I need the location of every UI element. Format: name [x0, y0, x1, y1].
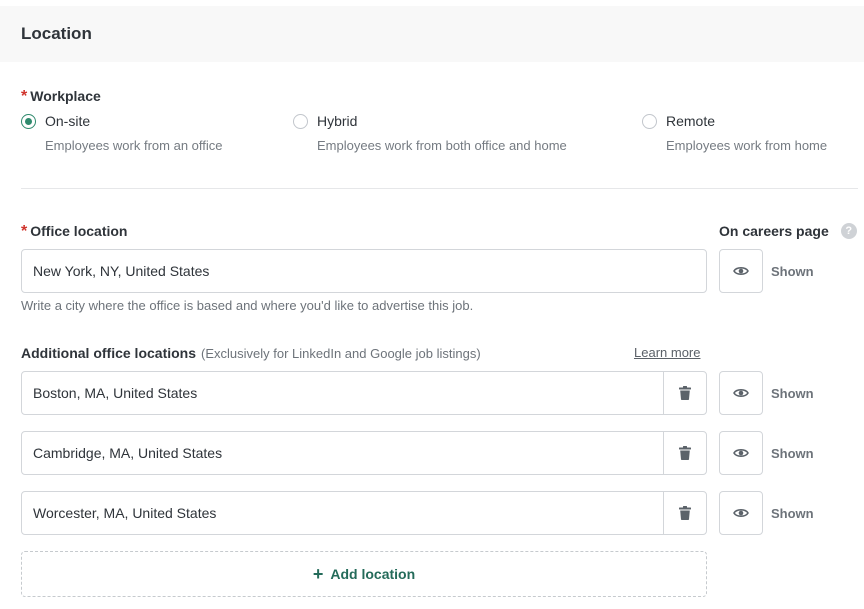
- radio-on-site[interactable]: [21, 113, 36, 129]
- additional-location-input[interactable]: Worcester, MA, United States: [21, 491, 664, 535]
- eye-icon: [733, 389, 749, 397]
- workplace-option-remote[interactable]: Remote Employees work from home: [642, 113, 827, 153]
- workplace-label: * Workplace: [21, 88, 101, 105]
- eye-icon: [733, 509, 749, 517]
- radio-description: Employees work from an office: [45, 138, 223, 153]
- eye-icon: [733, 449, 749, 457]
- additional-location-input[interactable]: Cambridge, MA, United States: [21, 431, 664, 475]
- trash-icon: [679, 506, 691, 520]
- additional-location-value: Boston, MA, United States: [33, 385, 198, 401]
- additional-location-value: Cambridge, MA, United States: [33, 445, 223, 461]
- additional-location-row: Cambridge, MA, United States: [21, 431, 707, 475]
- section-header: Location: [0, 6, 864, 62]
- delete-location-button[interactable]: [663, 491, 707, 535]
- trash-icon: [679, 386, 691, 400]
- location-form: Location * Workplace On-site Employees wo…: [0, 0, 864, 609]
- delete-location-button[interactable]: [663, 431, 707, 475]
- divider: [21, 188, 858, 189]
- delete-location-button[interactable]: [663, 371, 707, 415]
- visibility-status: Shown: [771, 506, 814, 521]
- learn-more-link[interactable]: Learn more: [634, 345, 700, 360]
- office-location-label: * Office location: [21, 223, 128, 240]
- additional-location-row: Boston, MA, United States: [21, 371, 707, 415]
- add-location-label: Add location: [330, 566, 416, 582]
- workplace-option-on-site[interactable]: On-site Employees work from an office: [21, 113, 223, 153]
- additional-location-value: Worcester, MA, United States: [33, 505, 217, 521]
- office-location-input[interactable]: New York, NY, United States: [21, 249, 707, 293]
- visibility-status: Shown: [771, 446, 814, 461]
- radio-description: Employees work from home: [666, 138, 828, 153]
- additional-locations-note: (Exclusively for LinkedIn and Google job…: [201, 346, 481, 361]
- office-visibility-toggle[interactable]: [719, 249, 763, 293]
- careers-page-label: On careers page ?: [719, 223, 857, 239]
- radio-description: Employees work from both office and home: [317, 138, 567, 153]
- section-title: Location: [21, 24, 92, 43]
- required-mark: *: [21, 88, 28, 105]
- additional-locations-label: Additional office locations (Exclusively …: [21, 345, 481, 361]
- radio-hybrid[interactable]: [293, 113, 308, 129]
- trash-icon: [679, 446, 691, 460]
- location-visibility-toggle[interactable]: [719, 371, 763, 415]
- radio-label: On-site: [45, 113, 91, 129]
- visibility-status: Shown: [771, 386, 814, 401]
- radio-label: Hybrid: [317, 113, 358, 129]
- additional-location-input[interactable]: Boston, MA, United States: [21, 371, 664, 415]
- office-location-hint: Write a city where the office is based a…: [21, 298, 474, 313]
- office-location-value: New York, NY, United States: [33, 263, 210, 279]
- help-icon[interactable]: ?: [840, 223, 857, 239]
- workplace-option-hybrid[interactable]: Hybrid Employees work from both office a…: [293, 113, 567, 153]
- visibility-status: Shown: [771, 264, 814, 279]
- plus-icon: +: [312, 564, 324, 584]
- additional-location-row: Worcester, MA, United States: [21, 491, 707, 535]
- required-mark: *: [21, 223, 28, 240]
- add-location-button[interactable]: + Add location: [21, 551, 707, 597]
- location-visibility-toggle[interactable]: [719, 491, 763, 535]
- eye-icon: [733, 267, 749, 275]
- radio-remote[interactable]: [642, 113, 657, 129]
- radio-label: Remote: [666, 113, 716, 129]
- location-visibility-toggle[interactable]: [719, 431, 763, 475]
